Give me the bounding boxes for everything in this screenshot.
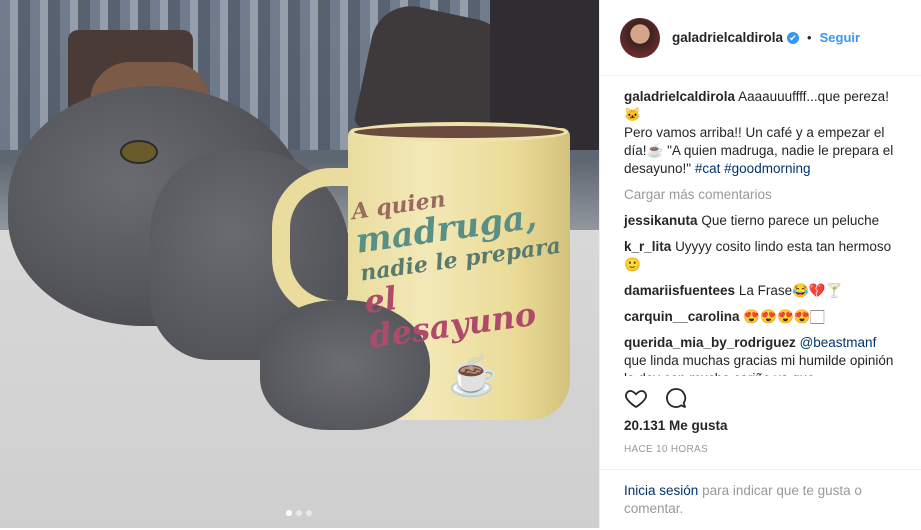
comment-username[interactable]: querida_mia_by_rodriguez xyxy=(624,335,796,350)
comments-list[interactable]: galadrielcaldirola Aaaauuuffff...que per… xyxy=(600,76,921,376)
comment-text: que linda muchas gracias mi humilde opin… xyxy=(624,353,894,376)
header-separator: • xyxy=(807,30,812,45)
verified-badge-icon: ✔ xyxy=(787,31,800,44)
post-timestamp: HACE 10 HORAS xyxy=(624,444,708,455)
hashtag-link[interactable]: #goodmorning xyxy=(724,161,810,176)
post-photo[interactable]: A quien madruga, nadie le prepara el des… xyxy=(0,0,599,528)
comment-item: k_r_lita Uyyyy cosito lindo esta tan her… xyxy=(624,238,897,274)
caption-username[interactable]: galadrielcaldirola xyxy=(624,89,735,104)
comment-text: 😍😍😍😍🏻 xyxy=(743,309,825,324)
avatar[interactable] xyxy=(620,17,660,58)
mention-link[interactable]: @beastmanf xyxy=(800,335,877,350)
login-link[interactable]: Inicia sesión xyxy=(624,483,698,498)
comment-username[interactable]: damariisfuentees xyxy=(624,283,735,298)
comment-username[interactable]: jessikanuta xyxy=(624,213,698,228)
caption: galadrielcaldirola Aaaauuuffff...que per… xyxy=(624,88,897,178)
author-username[interactable]: galadrielcaldirola xyxy=(672,30,783,45)
like-count[interactable]: 20.131 Me gusta xyxy=(624,418,728,433)
coffee-cup-illustration-icon: ☕ xyxy=(448,354,498,398)
cat-eye xyxy=(120,140,158,164)
comment-item: querida_mia_by_rodriguez @beastmanf que … xyxy=(624,334,897,376)
comment-text: La Frase😂💔🍸 xyxy=(738,283,843,298)
carousel-dots xyxy=(286,510,312,516)
post-header: galadrielcaldirola ✔ • Seguir xyxy=(600,0,921,76)
heart-icon[interactable] xyxy=(624,386,648,413)
login-prompt: Inicia sesión para indicar que te gusta … xyxy=(600,469,921,530)
action-bar xyxy=(624,386,688,413)
follow-button[interactable]: Seguir xyxy=(820,30,860,45)
instagram-post: A quien madruga, nadie le prepara el des… xyxy=(0,0,921,528)
carousel-dot[interactable] xyxy=(306,510,312,516)
comment-username[interactable]: k_r_lita xyxy=(624,239,671,254)
mug-rim xyxy=(350,122,568,142)
load-more-comments-button[interactable]: Cargar más comentarios xyxy=(624,186,897,204)
carousel-dot[interactable] xyxy=(286,510,292,516)
mug-lettering: A quien madruga, nadie le prepara el des… xyxy=(350,171,580,356)
comment-username[interactable]: carquin__carolina xyxy=(624,309,740,324)
comment-bubble-icon[interactable] xyxy=(664,386,688,413)
comment-item: carquin__carolina 😍😍😍😍🏻 xyxy=(624,308,897,326)
comment-item: jessikanuta Que tierno parece un peluche xyxy=(624,212,897,230)
comment-text: Que tierno parece un peluche xyxy=(701,213,880,228)
comment-item: damariisfuentees La Frase😂💔🍸 xyxy=(624,282,897,300)
carousel-dot[interactable] xyxy=(296,510,302,516)
post-sidebar: galadrielcaldirola ✔ • Seguir galadrielc… xyxy=(599,0,921,528)
hashtag-link[interactable]: #cat xyxy=(695,161,721,176)
